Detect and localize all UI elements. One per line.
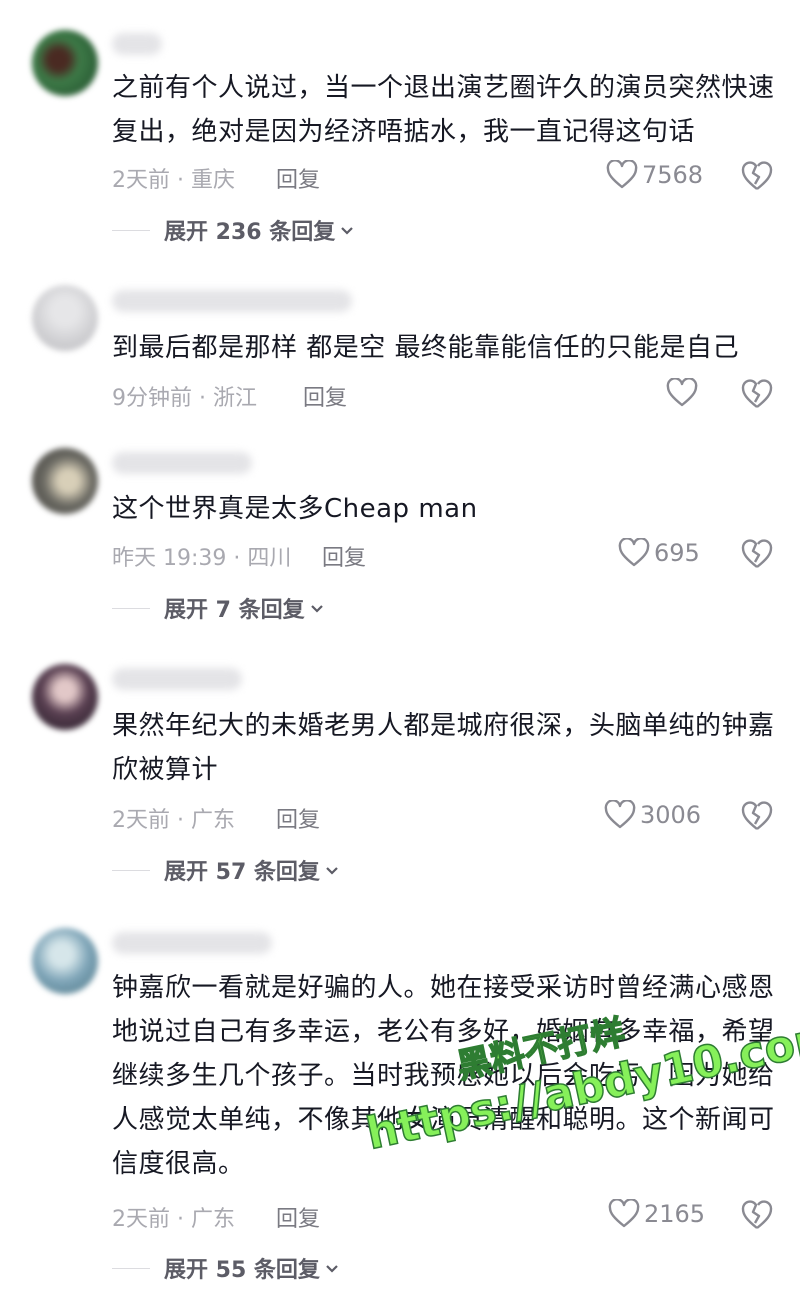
time-location: 9分钟前 · 浙江 xyxy=(112,386,257,411)
like-button[interactable] xyxy=(666,378,702,408)
chevron-down-icon xyxy=(339,218,355,243)
comment-meta: 9分钟前 · 浙江 xyxy=(112,380,257,412)
chevron-down-icon xyxy=(324,1256,340,1281)
avatar[interactable] xyxy=(32,30,98,96)
reply-button[interactable]: 回复 xyxy=(276,1201,320,1233)
expand-replies-button[interactable]: 展开 57 条回复 xyxy=(112,854,340,886)
broken-heart-icon xyxy=(740,1199,774,1231)
expand-replies-button[interactable]: 展开 55 条回复 xyxy=(112,1252,340,1284)
time-location: 2天前 · 广东 xyxy=(112,1207,235,1232)
comment-text: 到最后都是那样 都是空 最终能靠能信任的只能是自己 xyxy=(112,333,740,363)
broken-heart-icon xyxy=(740,160,774,192)
divider-line xyxy=(112,1267,150,1269)
like-count: 3006 xyxy=(640,801,702,829)
like-count: 7568 xyxy=(642,161,704,189)
dislike-button[interactable] xyxy=(740,160,774,192)
avatar[interactable] xyxy=(32,448,98,514)
broken-heart-icon xyxy=(740,538,774,570)
time-location: 2天前 · 广东 xyxy=(112,808,235,833)
dislike-button[interactable] xyxy=(740,800,774,832)
like-button[interactable]: 3006 xyxy=(604,800,701,830)
chevron-down-icon xyxy=(309,596,325,621)
like-count: 695 xyxy=(654,539,700,567)
username[interactable]: user xyxy=(112,452,252,474)
username[interactable]: user xyxy=(112,668,242,690)
dislike-button[interactable] xyxy=(740,538,774,570)
reply-button[interactable]: 回复 xyxy=(276,802,320,834)
username[interactable]: user xyxy=(112,33,162,55)
dislike-button[interactable] xyxy=(740,378,774,410)
expand-label: 展开 57 条回复 xyxy=(164,860,320,885)
avatar[interactable] xyxy=(32,285,98,351)
comment-text: 之前有个人说过，当一个退出演艺圈许久的演员突然快速复出，绝对是因为经济唔掂水，我… xyxy=(112,73,775,147)
avatar[interactable] xyxy=(32,928,98,994)
username[interactable]: user xyxy=(112,290,352,312)
dislike-button[interactable] xyxy=(740,1199,774,1231)
like-count: 2165 xyxy=(644,1200,706,1228)
reply-button[interactable]: 回复 xyxy=(322,540,366,572)
divider-line xyxy=(112,869,150,871)
chevron-down-icon xyxy=(324,858,340,883)
reply-button[interactable]: 回复 xyxy=(276,162,320,194)
comment-meta: 2天前 · 广东 xyxy=(112,802,235,834)
heart-outline-icon xyxy=(666,378,698,408)
broken-heart-icon xyxy=(740,800,774,832)
comment-meta: 昨天 19:39 · 四川 xyxy=(112,540,291,572)
heart-outline-icon xyxy=(606,160,638,190)
time-location: 2天前 · 重庆 xyxy=(112,168,235,193)
like-button[interactable]: 7568 xyxy=(606,160,703,190)
divider-line xyxy=(112,607,150,609)
expand-replies-button[interactable]: 展开 7 条回复 xyxy=(112,592,325,624)
reply-button[interactable]: 回复 xyxy=(303,380,347,412)
heart-outline-icon xyxy=(608,1199,640,1229)
time-location: 昨天 19:39 · 四川 xyxy=(112,546,292,571)
avatar[interactable] xyxy=(32,664,98,730)
broken-heart-icon xyxy=(740,378,774,410)
divider-line xyxy=(112,229,150,231)
expand-label: 展开 55 条回复 xyxy=(164,1258,320,1283)
heart-outline-icon xyxy=(618,538,650,568)
comment-meta: 2天前 · 重庆 xyxy=(112,162,235,194)
expand-label: 展开 236 条回复 xyxy=(164,220,336,245)
expand-replies-button[interactable]: 展开 236 条回复 xyxy=(112,214,355,246)
comment-text: 果然年纪大的未婚老男人都是城府很深，头脑单纯的钟嘉欣被算计 xyxy=(112,711,775,785)
like-button[interactable]: 2165 xyxy=(608,1199,705,1229)
like-button[interactable]: 695 xyxy=(618,538,700,568)
username[interactable]: user xyxy=(112,932,272,954)
heart-outline-icon xyxy=(604,800,636,830)
comment-meta: 2天前 · 广东 xyxy=(112,1201,235,1233)
comment-text: 这个世界真是太多Cheap man xyxy=(112,494,478,524)
expand-label: 展开 7 条回复 xyxy=(164,598,305,623)
